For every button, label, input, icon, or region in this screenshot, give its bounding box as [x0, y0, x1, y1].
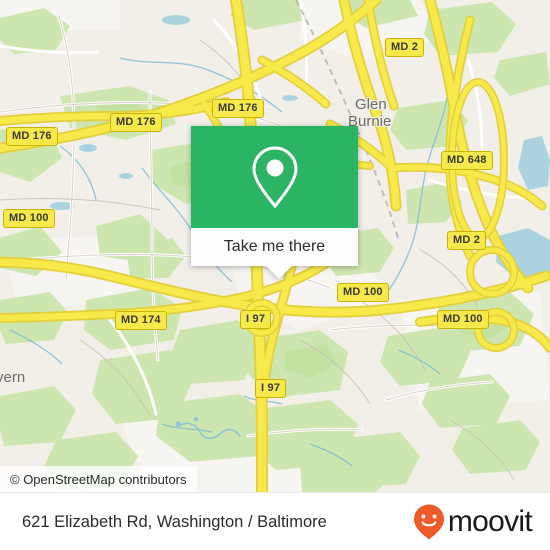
address-label: 621 Elizabeth Rd, Washington / Baltimore — [22, 512, 327, 531]
moovit-pin-icon — [413, 504, 444, 539]
popup-pointer — [266, 266, 292, 279]
osm-attribution[interactable]: © OpenStreetMap contributors — [0, 466, 197, 492]
popup-header — [191, 126, 358, 228]
road-shield: I 97 — [240, 310, 272, 329]
location-popup[interactable]: Take me there — [191, 126, 358, 279]
road-shield: MD 2 — [385, 38, 425, 57]
road-shield: MD 176 — [6, 127, 58, 146]
moovit-wordmark: moovit — [447, 504, 533, 538]
road-shield: MD 100 — [337, 283, 389, 302]
moovit-logo[interactable]: moovit — [412, 503, 533, 541]
take-me-there-button[interactable]: Take me there — [191, 228, 358, 266]
map-pin-icon — [251, 146, 298, 209]
road-shield: MD 174 — [115, 311, 167, 330]
take-me-there-label: Take me there — [223, 238, 326, 255]
road-shield: MD 176 — [212, 99, 264, 118]
road-shield: MD 2 — [447, 231, 487, 250]
place-label: vern — [0, 369, 26, 386]
map-canvas[interactable]: MD 2 MD 176 MD 176 MD 176 MD 648 MD 100 MD 2 MD… — [0, 0, 550, 492]
road-shield: I 97 — [255, 379, 287, 398]
road-shield: MD 100 — [437, 310, 489, 329]
road-shield: MD 648 — [441, 151, 493, 170]
road-shield: MD 176 — [110, 113, 162, 132]
place-label: Glen — [355, 96, 387, 113]
osm-attribution-text: © OpenStreetMap contributors — [10, 471, 187, 487]
road-shield: MD 100 — [3, 209, 55, 228]
moovit-map-screen: MD 2 MD 176 MD 176 MD 176 MD 648 MD 100 MD 2 MD… — [0, 0, 550, 550]
bottom-bar: 621 Elizabeth Rd, Washington / Baltimore… — [0, 492, 550, 550]
